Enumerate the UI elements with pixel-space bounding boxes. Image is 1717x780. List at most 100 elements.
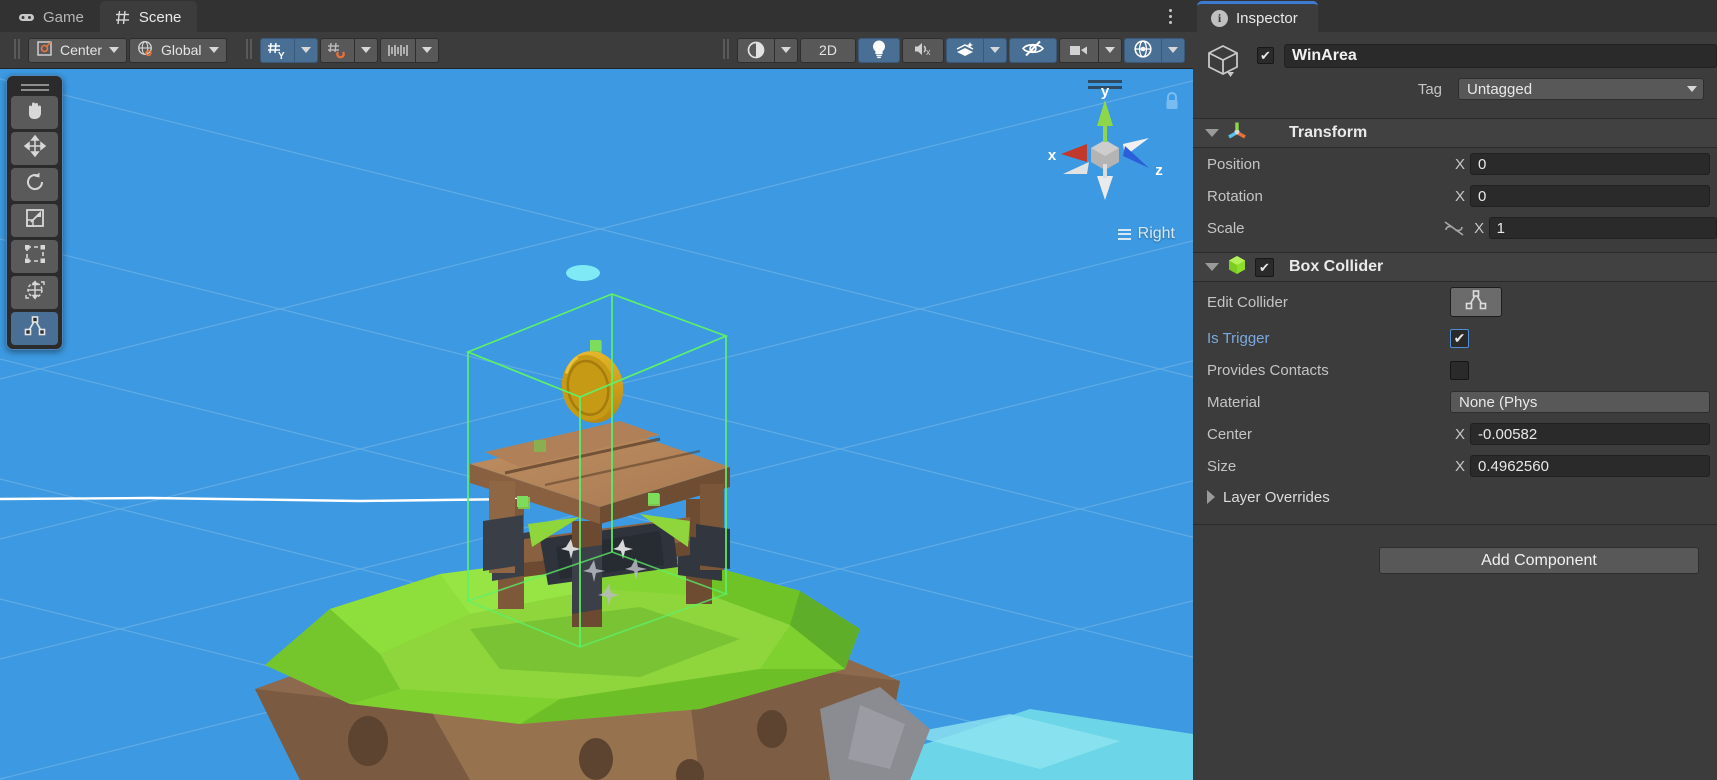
scale-tool[interactable]: [11, 204, 58, 237]
gameobject-name-field[interactable]: WinArea: [1284, 44, 1717, 68]
grid-icon: [114, 9, 131, 26]
size-x-field[interactable]: 0.4962560: [1470, 455, 1710, 477]
tag-dropdown[interactable]: Untagged: [1458, 78, 1704, 100]
scene-fx-toggle[interactable]: [946, 37, 983, 63]
svg-text:Y: Y: [278, 51, 285, 60]
view-orientation-label-row[interactable]: Right: [1117, 225, 1175, 243]
size-row: Size X 0.4962560: [1193, 450, 1717, 482]
edit-collider-icon: [23, 315, 47, 342]
position-label: Position: [1207, 155, 1261, 173]
layer-overrides-label: Layer Overrides: [1223, 488, 1330, 506]
scale-x-axis-label: X: [1474, 219, 1485, 237]
component-header-transform[interactable]: Transform: [1193, 118, 1717, 148]
move-tool[interactable]: [11, 132, 58, 165]
scene-fx-dropdown[interactable]: [983, 37, 1007, 63]
add-component-button[interactable]: Add Component: [1379, 547, 1699, 574]
shading-mode-dropdown[interactable]: [774, 37, 798, 63]
svg-text:y: y: [1101, 83, 1110, 100]
hand-icon: [23, 98, 47, 127]
toolbar-grip[interactable]: [12, 39, 22, 61]
toolbar-grip-2[interactable]: [244, 39, 254, 61]
gamepad-icon: [18, 9, 35, 26]
pivot-mode-label: Center: [60, 42, 103, 58]
scene-camera-dropdown[interactable]: [1098, 37, 1122, 63]
custom-editor-tool[interactable]: [11, 312, 58, 345]
scene-audio-toggle[interactable]: x: [902, 37, 944, 63]
foldout-arrow-layer-overrides-icon[interactable]: [1207, 490, 1215, 504]
toolbar-grip-3[interactable]: [721, 39, 731, 61]
scene-view-gizmo[interactable]: y x z Right: [1025, 74, 1185, 249]
lightbulb-icon: [870, 39, 888, 62]
tab-inspector-label: Inspector: [1236, 9, 1298, 27]
increment-snapping-toggle[interactable]: [379, 37, 415, 63]
chevron-down-icon: [1105, 47, 1115, 53]
grid-snapping-toggle[interactable]: [319, 37, 354, 63]
layer-overrides-row[interactable]: Layer Overrides: [1193, 482, 1717, 512]
gizmos-globe-icon: [1133, 39, 1153, 62]
grid-snapping-dropdown[interactable]: [353, 37, 378, 63]
tab-scene[interactable]: Scene: [99, 1, 198, 33]
scale-x-field[interactable]: 1: [1488, 217, 1717, 239]
component-header-box-collider[interactable]: Box Collider: [1193, 252, 1717, 282]
scene-lighting-toggle[interactable]: [858, 37, 900, 63]
handle-space-label: Global: [161, 42, 202, 58]
handle-space-dropdown[interactable]: Global: [129, 37, 227, 63]
chevron-down-icon: [990, 47, 1000, 53]
scene-visibility-toggle[interactable]: [1009, 37, 1057, 63]
rotation-x-field[interactable]: 0: [1470, 185, 1710, 207]
rect-transform-tool[interactable]: [11, 240, 58, 273]
center-x-field[interactable]: -0.00582: [1470, 423, 1710, 445]
position-x-field[interactable]: 0: [1470, 153, 1710, 175]
chevron-down-icon: [208, 47, 219, 53]
increment-snapping-dropdown[interactable]: [414, 37, 439, 63]
foldout-arrow-box-collider-icon[interactable]: [1205, 263, 1219, 271]
transform-combined-tool[interactable]: [11, 276, 58, 309]
gizmos-dropdown[interactable]: [1161, 37, 1185, 63]
material-object-field[interactable]: None (Phys: [1450, 391, 1710, 413]
gizmo-axes[interactable]: y x z: [1025, 82, 1185, 212]
rotation-x-axis-label: X: [1454, 187, 1465, 205]
edit-collider-button[interactable]: [1450, 287, 1502, 317]
drag-handle-icon[interactable]: [11, 81, 58, 93]
info-icon: i: [1211, 9, 1228, 27]
view-2d-toggle[interactable]: 2D: [800, 37, 856, 63]
gizmos-toggle[interactable]: [1124, 37, 1161, 63]
shading-mode-button[interactable]: [737, 37, 774, 63]
scene-viewport[interactable]: y x z Right: [0, 69, 1193, 780]
is-trigger-checkbox[interactable]: [1450, 328, 1469, 348]
rotate-tool[interactable]: [11, 168, 58, 201]
provides-contacts-checkbox[interactable]: [1450, 360, 1469, 380]
edit-collider-label: Edit Collider: [1207, 293, 1288, 311]
grid-axis-toggle[interactable]: Y: [259, 37, 294, 63]
pivot-mode-dropdown[interactable]: Center: [28, 37, 128, 63]
hand-tool[interactable]: [11, 96, 58, 129]
chevron-down-icon: [781, 47, 791, 53]
gameobject-header: WinArea: [1193, 32, 1717, 77]
gameobject-enabled-checkbox[interactable]: [1257, 47, 1274, 64]
position-x-axis-label: X: [1454, 155, 1465, 173]
transform-scale-row: Scale X 1: [1193, 212, 1717, 244]
is-trigger-label: Is Trigger: [1207, 329, 1270, 347]
tools-overlay-palette[interactable]: [6, 75, 63, 350]
gameobject-cube-icon[interactable]: [1207, 42, 1247, 78]
svg-text:x: x: [1048, 147, 1057, 164]
view-menu-icon: [1117, 228, 1131, 240]
transform-position-row: Position X 0: [1193, 148, 1717, 180]
scene-camera-button[interactable]: [1059, 37, 1098, 63]
globe-icon: [137, 40, 154, 60]
pivot-center-icon: [36, 40, 53, 60]
rotation-label: Rotation: [1207, 187, 1263, 205]
rect-transform-icon: [23, 242, 47, 271]
constrain-proportions-off-icon[interactable]: [1437, 220, 1469, 237]
rotate-icon: [23, 170, 47, 199]
tag-row: Tag Untagged: [1193, 74, 1717, 104]
tab-game[interactable]: Game: [4, 1, 100, 33]
foldout-arrow-transform-icon[interactable]: [1205, 129, 1219, 137]
kebab-menu-icon[interactable]: [1159, 4, 1181, 28]
box-collider-enabled-checkbox[interactable]: [1255, 257, 1274, 277]
add-component-zone: Add Component: [1193, 525, 1717, 574]
chevron-down-icon: [421, 47, 432, 53]
tab-inspector[interactable]: i Inspector: [1197, 1, 1318, 32]
scene-toolbar: Center Global Y 2D x: [0, 32, 1193, 69]
grid-axis-dropdown[interactable]: [293, 37, 318, 63]
